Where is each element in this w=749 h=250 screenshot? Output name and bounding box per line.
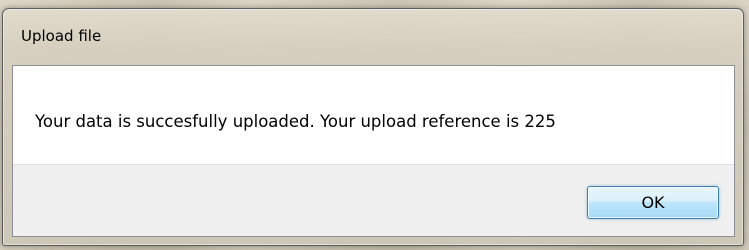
dialog-client-area: Your data is succesfully uploaded. Your … (12, 65, 735, 237)
message-panel: Your data is succesfully uploaded. Your … (13, 66, 734, 165)
upload-success-message: Your data is succesfully uploaded. Your … (35, 112, 556, 131)
button-panel: OK (13, 165, 734, 236)
upload-file-dialog: Upload file Your data is succesfully upl… (2, 8, 744, 246)
ok-button[interactable]: OK (587, 186, 719, 219)
dialog-title: Upload file (21, 27, 102, 45)
title-bar[interactable]: Upload file (3, 9, 743, 65)
